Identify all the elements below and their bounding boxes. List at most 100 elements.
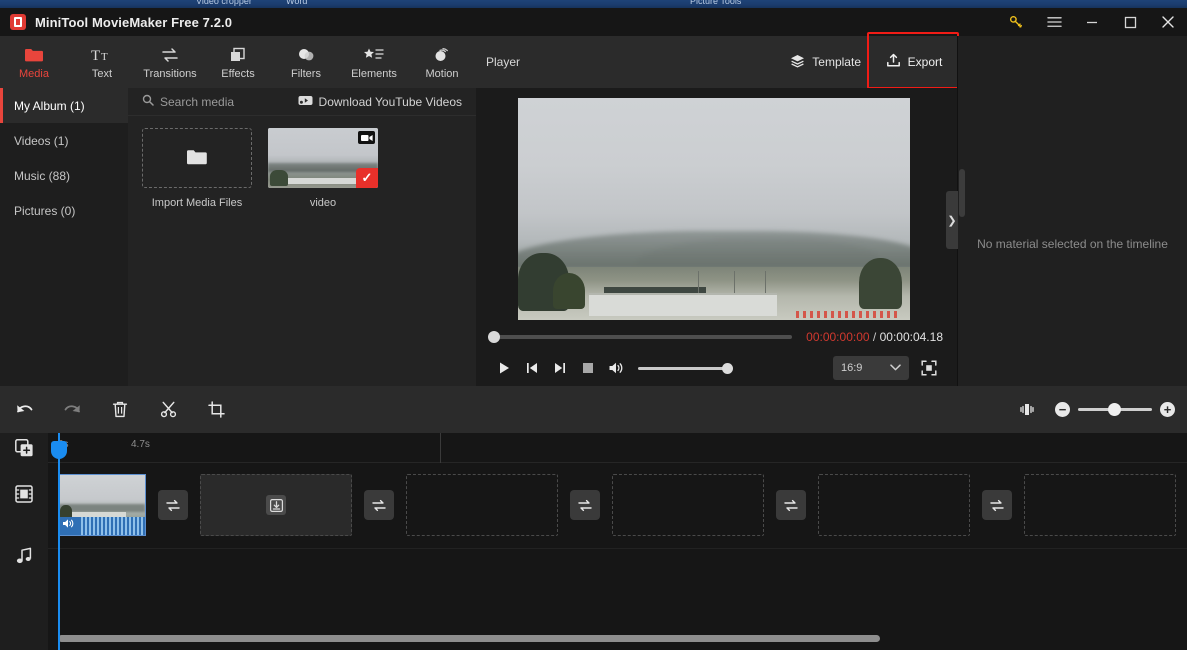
transition-slot-1[interactable] [158,490,188,520]
tab-text[interactable]: TT Text [68,36,136,88]
key-icon[interactable] [997,8,1035,36]
timeline-body: 0s 4.7s [48,433,1187,650]
timeline-placeholder-2[interactable] [406,474,558,536]
tab-effects[interactable]: Effects [204,36,272,88]
waveform-bars [81,517,145,535]
stop-button[interactable] [574,354,602,382]
current-time: 00:00:00:00 [806,330,870,344]
seek-knob[interactable] [488,331,500,343]
moviemaker-logo-icon [10,14,26,30]
search-input[interactable]: Search media [142,94,234,109]
player-controls: 16:9 [476,350,957,386]
chevron-down-icon [890,362,901,374]
crop-button[interactable] [192,386,240,433]
video-preview[interactable] [518,98,910,320]
app-window: Video cropper Word Picture Tools MiniToo… [0,0,1187,650]
template-label: Template [812,55,861,69]
zoom-knob[interactable] [1107,403,1121,416]
import-media-card[interactable]: Import Media Files [142,128,252,209]
media-thumbnail[interactable]: ✓ [268,128,378,188]
seek-row: 00:00:00:00 / 00:00:04.18 [476,324,957,350]
timeline-placeholder-1[interactable] [200,474,352,536]
video-camera-icon [358,131,375,144]
video-track[interactable] [48,463,1187,549]
transition-slot-4[interactable] [776,490,806,520]
tab-media[interactable]: Media [0,36,68,88]
media-item-video[interactable]: ✓ video [268,128,378,209]
audio-track-icon[interactable] [0,525,48,587]
undo-button[interactable] [0,386,48,433]
media-browser: Search media Download YouTube Videos Imp… [128,88,476,386]
tab-label-media: Media [19,67,49,80]
album-item-music[interactable]: Music (88) [0,158,128,193]
aspect-ratio-select[interactable]: 16:9 [833,356,909,380]
play-button[interactable] [490,354,518,382]
skip-next-icon[interactable] [546,354,574,382]
zoom-slider[interactable] [1078,403,1152,416]
volume-knob[interactable] [722,362,733,374]
speaker-icon[interactable] [62,518,75,532]
timeline-placeholder-3[interactable] [612,474,764,536]
volume-button[interactable] [602,354,630,382]
volume-slider[interactable] [638,362,733,374]
video-preview-area [476,88,957,324]
timeline-placeholder-5[interactable] [1024,474,1176,536]
timeline-clip-video[interactable] [58,474,146,536]
redo-button[interactable] [48,386,96,433]
template-button[interactable]: Template [780,36,871,88]
elements-icon [363,45,385,65]
timeline-playhead[interactable] [51,433,67,650]
transition-slot-5[interactable] [982,490,1012,520]
youtube-download-icon [298,95,313,109]
audio-track[interactable] [48,549,1187,633]
timeline-horizontal-scrollbar[interactable] [58,635,880,642]
download-youtube-videos-button[interactable]: Download YouTube Videos [298,95,462,109]
zoom-in-button[interactable]: + [1160,402,1175,417]
album-item-my-album[interactable]: My Album (1) [0,88,128,123]
total-time: 00:00:04.18 [879,330,943,344]
delete-button[interactable] [96,386,144,433]
properties-scrollbar[interactable] [959,169,965,217]
transition-slot-3[interactable] [570,490,600,520]
preview-tree-right [859,257,903,309]
transition-slot-2[interactable] [364,490,394,520]
timeline-ruler[interactable]: 0s 4.7s [48,433,1187,463]
album-item-videos[interactable]: Videos (1) [0,123,128,158]
main-tab-bar: Media TT Text Transitions Effects Filter… [0,36,476,88]
panel-collapse-button[interactable]: ❯ [946,191,958,249]
import-drop-zone[interactable] [142,128,252,188]
bg-label-word: Word [286,0,308,6]
empty-state-message: No material selected on the timeline [977,237,1168,251]
effects-icon [228,45,248,65]
clip-mountain [59,503,145,513]
layers-icon [790,54,805,71]
menu-icon[interactable] [1035,8,1073,36]
minimize-icon[interactable] [1073,8,1111,36]
playhead-handle[interactable] [51,441,67,459]
album-label: Music (88) [14,168,71,183]
tab-elements[interactable]: Elements [340,36,408,88]
close-icon[interactable] [1149,8,1187,36]
export-button-wrapper: Export [867,32,959,89]
split-button[interactable] [144,386,192,433]
export-button[interactable]: Export [871,36,957,88]
zoom-out-button[interactable]: − [1055,402,1070,417]
tab-filters[interactable]: Filters [272,36,340,88]
add-media-icon[interactable] [0,433,48,463]
zoom-in-label: + [1163,402,1172,417]
skip-previous-icon[interactable] [518,354,546,382]
tab-transitions[interactable]: Transitions [136,36,204,88]
tab-motion[interactable]: Motion [408,36,476,88]
preview-pole-1 [698,271,700,294]
seek-slider[interactable] [488,331,793,343]
timeline-placeholder-4[interactable] [818,474,970,536]
zoom-to-fit-icon[interactable] [1003,386,1051,433]
video-track-icon[interactable] [0,463,48,525]
download-youtube-label: Download YouTube Videos [318,94,462,109]
fullscreen-icon[interactable] [915,354,943,382]
folder-open-icon [186,148,208,169]
album-item-pictures[interactable]: Pictures (0) [0,193,128,228]
background-window-strip: Video cropper Word Picture Tools [0,0,1187,8]
download-box-icon [266,495,286,515]
maximize-icon[interactable] [1111,8,1149,36]
